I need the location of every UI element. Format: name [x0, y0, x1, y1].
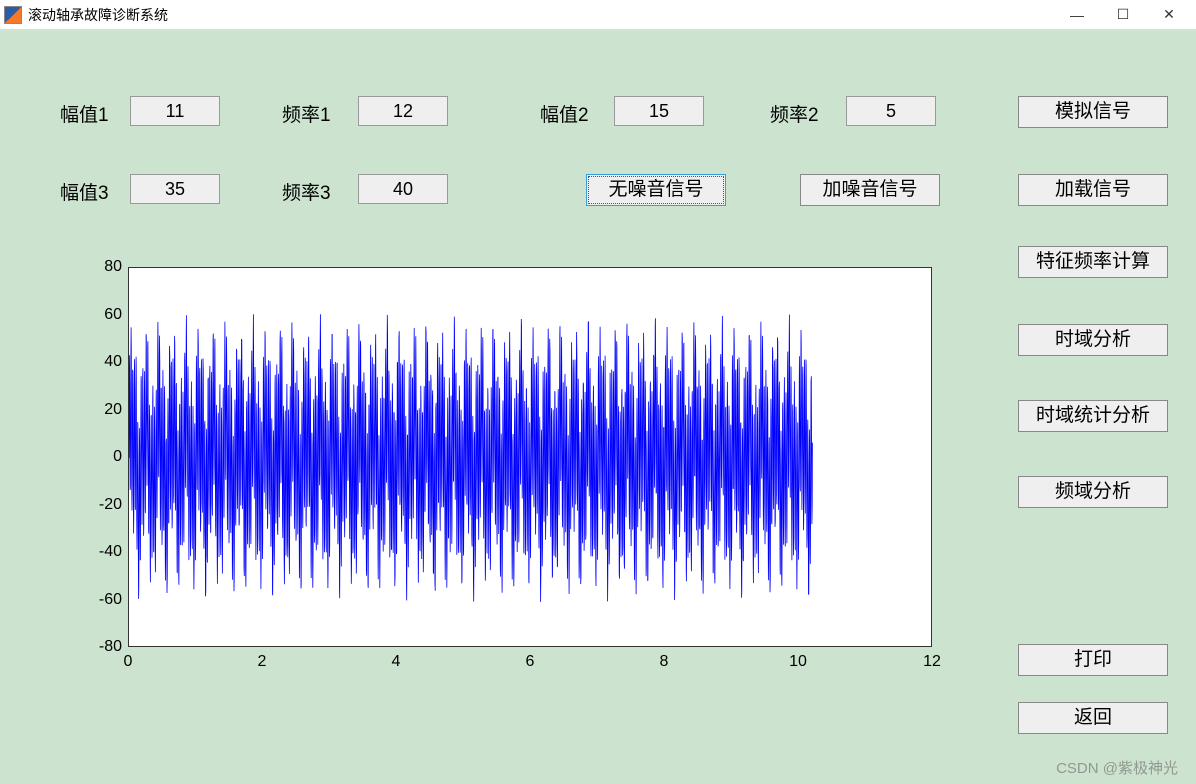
y-tick-label: 40 [56, 353, 122, 371]
y-tick-label: -60 [56, 591, 122, 609]
close-button[interactable]: ✕ [1146, 0, 1192, 30]
signal-plot: -80 -60 -40 -20 0 20 40 60 80 0 2 4 6 8 10 12 [56, 255, 956, 710]
window-title: 滚动轴承故障诊断系统 [28, 5, 168, 25]
amp1-label: 幅值1 [60, 100, 109, 127]
y-tick-label: -20 [56, 496, 122, 514]
y-tick-label: 20 [56, 401, 122, 419]
feature-freq-button[interactable]: 特征频率计算 [1018, 246, 1168, 278]
amp2-label: 幅值2 [540, 100, 589, 127]
y-tick-label: 60 [56, 306, 122, 324]
watermark: CSDN @紫极神光 [1056, 757, 1178, 778]
y-tick-label: -40 [56, 543, 122, 561]
freq1-label: 频率1 [282, 100, 331, 127]
load-signal-button[interactable]: 加载信号 [1018, 174, 1168, 206]
freq1-input[interactable]: 12 [358, 96, 448, 126]
simulate-signal-button[interactable]: 模拟信号 [1018, 96, 1168, 128]
x-tick-label: 4 [392, 653, 401, 671]
amp1-input[interactable]: 11 [130, 96, 220, 126]
time-domain-button[interactable]: 时域分析 [1018, 324, 1168, 356]
x-tick-label: 10 [789, 653, 807, 671]
y-tick-label: 0 [56, 448, 122, 466]
titlebar: 滚动轴承故障诊断系统 — ☐ ✕ [0, 0, 1196, 30]
freq2-input[interactable]: 5 [846, 96, 936, 126]
x-tick-label: 12 [923, 653, 941, 671]
x-tick-label: 0 [124, 653, 133, 671]
freq-domain-button[interactable]: 频域分析 [1018, 476, 1168, 508]
app-icon [4, 6, 22, 24]
noisy-signal-button[interactable]: 加噪音信号 [800, 174, 940, 206]
y-tick-label: -80 [56, 638, 122, 656]
amp2-input[interactable]: 15 [614, 96, 704, 126]
x-tick-label: 6 [526, 653, 535, 671]
maximize-button[interactable]: ☐ [1100, 0, 1146, 30]
freq3-label: 频率3 [282, 178, 331, 205]
noiseless-signal-button[interactable]: 无噪音信号 [586, 174, 726, 206]
minimize-button[interactable]: — [1054, 0, 1100, 30]
amp3-label: 幅值3 [60, 178, 109, 205]
time-stat-button[interactable]: 时域统计分析 [1018, 400, 1168, 432]
amp3-input[interactable]: 35 [130, 174, 220, 204]
client-area: 幅值1 11 频率1 12 幅值2 15 频率2 5 幅值3 35 频率3 40… [0, 30, 1196, 784]
axes [128, 267, 932, 647]
freq2-label: 频率2 [770, 100, 819, 127]
x-tick-label: 8 [660, 653, 669, 671]
freq3-input[interactable]: 40 [358, 174, 448, 204]
x-tick-label: 2 [258, 653, 267, 671]
y-tick-label: 80 [56, 258, 122, 276]
back-button[interactable]: 返回 [1018, 702, 1168, 734]
print-button[interactable]: 打印 [1018, 644, 1168, 676]
signal-line [129, 268, 933, 648]
